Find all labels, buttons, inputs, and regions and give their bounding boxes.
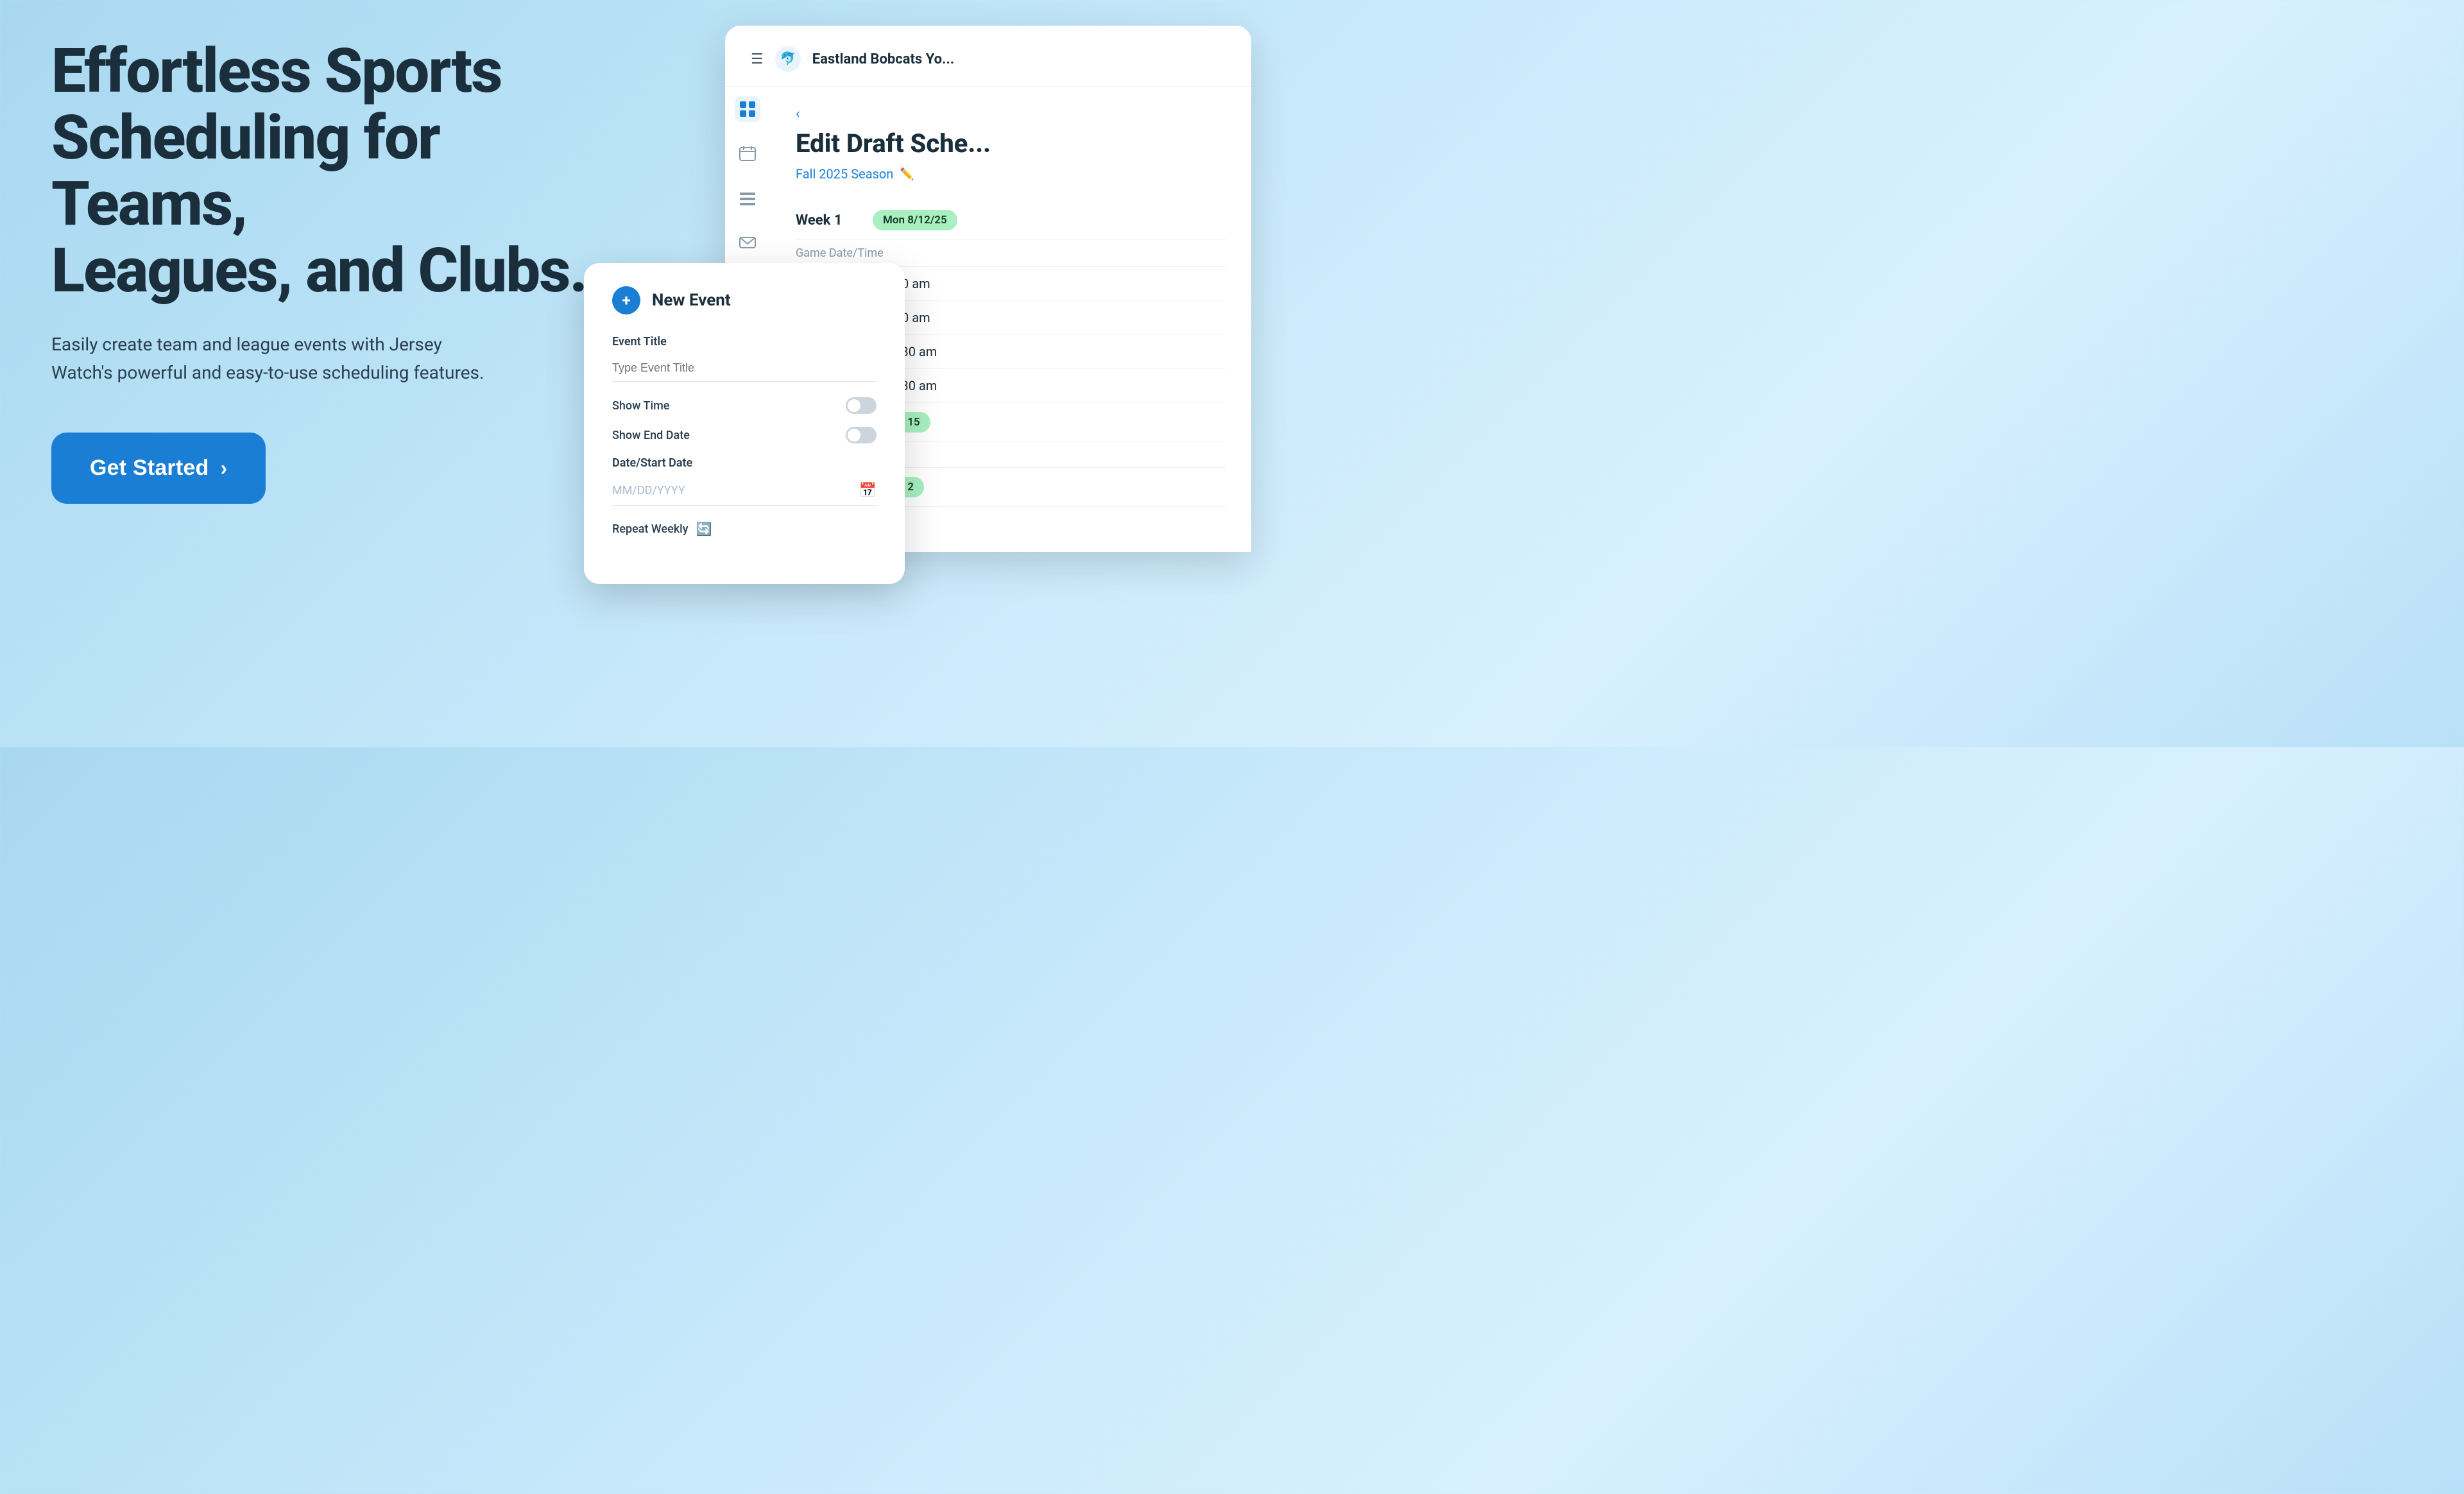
show-end-date-toggle-row: Show End Date (612, 427, 877, 443)
get-started-button[interactable]: Get Started › (51, 433, 266, 504)
nav-calendar-icon[interactable] (735, 141, 760, 167)
new-event-header: + New Event (612, 286, 877, 314)
week1-header: Week 1 Mon 8/12/25 (796, 201, 1226, 240)
date-input-row: MM/DD/YYYY 📅 (612, 476, 877, 506)
back-button[interactable]: ‹ (796, 106, 1226, 122)
repeat-weekly-row: Repeat Weekly 🔄 (612, 521, 877, 537)
nav-list-icon[interactable] (735, 186, 760, 212)
event-title-label: Event Title (612, 335, 877, 348)
filter-icon: ☰ (751, 51, 764, 67)
org-logo: 🐬 (774, 45, 802, 73)
season-label: Fall 2025 Season ✏️ (796, 166, 1226, 182)
add-event-icon: + (612, 286, 640, 314)
nav-dashboard-icon[interactable] (735, 96, 760, 122)
date-placeholder: MM/DD/YYYY (612, 484, 853, 497)
event-title-input[interactable] (612, 355, 877, 382)
calendar-icon[interactable]: 📅 (859, 483, 877, 499)
chevron-right-icon: › (220, 456, 227, 480)
repeat-icon: 🔄 (696, 521, 712, 537)
show-time-toggle[interactable] (846, 397, 877, 414)
svg-text:🐬: 🐬 (780, 51, 796, 66)
event-title-field: Event Title (612, 335, 877, 382)
new-event-panel: + New Event Event Title Show Time Show E… (584, 263, 905, 584)
org-name: Eastland Bobcats Yo... (812, 51, 1226, 67)
edit-draft-title: Edit Draft Sche... (796, 128, 1226, 159)
show-time-label: Show Time (612, 399, 669, 413)
show-end-date-label: Show End Date (612, 429, 690, 442)
new-event-title: New Event (652, 291, 731, 310)
side-nav (725, 83, 770, 270)
date-label: Date/Start Date (612, 456, 877, 470)
nav-message-icon[interactable] (735, 231, 760, 257)
repeat-weekly-label: Repeat Weekly (612, 522, 689, 536)
hero-headline: Effortless Sports Scheduling for Teams, … (51, 39, 629, 305)
edit-pencil-icon[interactable]: ✏️ (900, 167, 914, 181)
hero-subtext: Easily create team and league events wit… (51, 331, 488, 388)
show-time-toggle-row: Show Time (612, 397, 877, 414)
right-panels-area: ☰ 🐬 Eastland Bobcats Yo... (590, 0, 1232, 747)
show-end-date-toggle[interactable] (846, 427, 877, 443)
panel-header: ☰ 🐬 Eastland Bobcats Yo... (725, 26, 1251, 87)
date-field: Date/Start Date MM/DD/YYYY 📅 (612, 456, 877, 506)
hero-section: Effortless Sports Scheduling for Teams, … (51, 39, 629, 504)
